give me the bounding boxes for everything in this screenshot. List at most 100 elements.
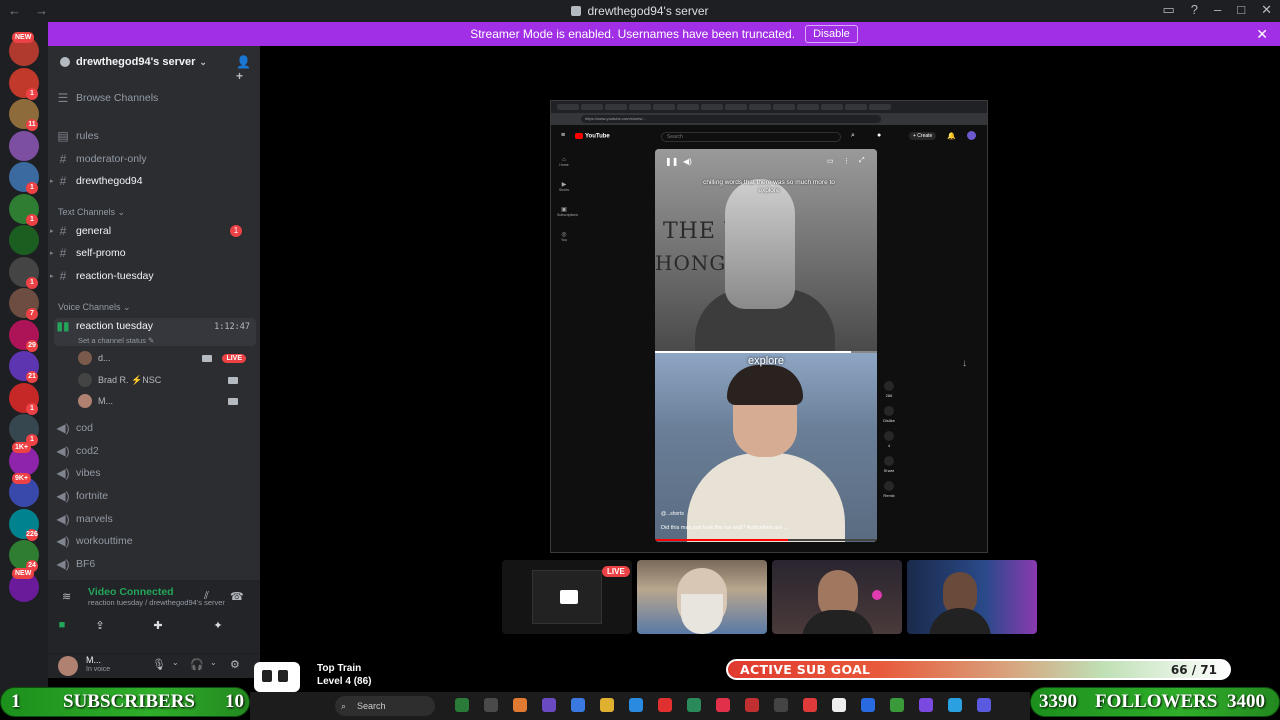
noise-suppression-icon[interactable]: ⫽ — [204, 590, 209, 603]
participant-tile[interactable] — [772, 560, 902, 634]
voice-user[interactable]: M... — [78, 392, 248, 410]
headphones-icon[interactable]: 🎧 — [190, 658, 204, 671]
taskbar-app-icon[interactable] — [774, 698, 788, 712]
voice-channel-bf6[interactable]: ◀) BF6 — [56, 554, 254, 574]
taskbar-app-icon[interactable] — [977, 698, 991, 712]
participant-tile[interactable] — [907, 560, 1037, 634]
youtube-logo[interactable]: YouTube — [575, 133, 610, 140]
comments-button[interactable]: 4 — [883, 431, 895, 448]
back-arrow-icon[interactable]: ← — [8, 3, 21, 18]
remix-button[interactable]: Remix — [883, 481, 895, 498]
taskbar-app-icon[interactable] — [484, 698, 498, 712]
channel-drewthegod94[interactable]: ▸ # drewthegod94 — [50, 171, 254, 191]
close-banner-icon[interactable]: ✕ — [1256, 26, 1268, 43]
browse-channels[interactable]: ☰ Browse Channels — [56, 88, 254, 108]
taskbar-app-icon[interactable] — [803, 698, 817, 712]
taskbar-app-icon[interactable] — [948, 698, 962, 712]
browser-tab[interactable] — [677, 104, 699, 110]
browser-tab[interactable] — [581, 104, 603, 110]
browser-tab[interactable] — [701, 104, 723, 110]
browser-tab[interactable] — [653, 104, 675, 110]
taskbar-app-icon[interactable] — [658, 698, 672, 712]
voice-channel-workouttime[interactable]: ◀) workouttime — [56, 531, 254, 551]
taskbar-app-icon[interactable] — [542, 698, 556, 712]
avatar[interactable] — [967, 131, 976, 140]
channel-moderator-only[interactable]: # moderator-only — [56, 149, 254, 169]
server-icon[interactable] — [9, 225, 39, 255]
help-icon[interactable]: ? — [1191, 2, 1198, 18]
voice-channel-marvels[interactable]: ◀) marvels — [56, 509, 254, 529]
soundboard-button[interactable]: ✦ — [196, 616, 240, 634]
url-field[interactable]: https://www.youtube.com/shorts/... — [581, 115, 881, 123]
disconnect-icon[interactable]: ☎ — [230, 590, 244, 603]
microphone-icon[interactable]: ● — [877, 132, 881, 139]
arrow-down-icon[interactable]: ↓ — [962, 358, 967, 369]
taskbar-app-icon[interactable] — [455, 698, 469, 712]
menu-icon[interactable]: ≡ — [561, 132, 565, 139]
voice-channel-vibes[interactable]: ◀) vibes — [56, 463, 254, 483]
taskbar-app-icon[interactable] — [716, 698, 730, 712]
voice-user[interactable]: d... LIVE — [78, 349, 248, 367]
share-button[interactable]: Share — [883, 456, 895, 473]
taskbar-app-icon[interactable] — [919, 698, 933, 712]
video-progress-bar[interactable] — [655, 539, 877, 541]
voice-user[interactable]: Brad R. ⚡NSC — [78, 371, 248, 389]
search-icon[interactable]: ⌕ — [851, 132, 855, 140]
server-icon[interactable] — [9, 130, 39, 161]
browser-tab[interactable] — [557, 104, 579, 110]
you-nav[interactable]: ◎ You — [557, 231, 571, 242]
invite-people-icon[interactable]: 👤+ — [236, 55, 251, 83]
voice-channel-cod2[interactable]: ◀) cod2 — [56, 441, 254, 461]
taskbar-app-icon[interactable] — [832, 698, 846, 712]
short-title[interactable]: Did this man just leak the Ice wall? Aut… — [661, 525, 788, 531]
forward-arrow-icon[interactable]: → — [35, 3, 48, 18]
participant-tile[interactable] — [637, 560, 767, 634]
browser-tab[interactable] — [629, 104, 651, 110]
pause-icon[interactable]: ❚❚ — [665, 157, 678, 166]
voice-channel-cod[interactable]: ◀) cod — [56, 418, 254, 438]
taskbar-app-icon[interactable] — [513, 698, 527, 712]
chevron-down-icon[interactable]: ⌄ — [172, 658, 179, 667]
youtube-search[interactable]: Search — [661, 132, 841, 142]
browser-tab[interactable] — [821, 104, 843, 110]
taskbar-app-icon[interactable] — [687, 698, 701, 712]
channel-handle[interactable]: @...shorts — [661, 511, 684, 517]
taskbar-app-icon[interactable] — [629, 698, 643, 712]
browser-tab[interactable] — [845, 104, 867, 110]
fullscreen-icon[interactable]: ⤢ — [859, 157, 865, 165]
text-channels-category[interactable]: Text Channels ⌄ — [58, 207, 125, 218]
channel-status-link[interactable]: Set a channel status ✎ — [78, 336, 154, 345]
browser-tab[interactable] — [605, 104, 627, 110]
home-nav[interactable]: ⌂ Home — [557, 157, 571, 167]
taskbar-search[interactable]: ⌕ Search — [335, 696, 435, 716]
screen-share-button[interactable]: ⇪ — [78, 616, 122, 634]
taskbar-app-icon[interactable] — [861, 698, 875, 712]
voice-channels-category[interactable]: Voice Channels ⌄ — [58, 302, 131, 313]
bell-icon[interactable]: 🔔 — [947, 132, 956, 140]
signal-icon[interactable]: ≋ — [62, 590, 71, 603]
more-icon[interactable]: ⋮ — [843, 157, 850, 165]
screen-share-view[interactable]: https://www.youtube.com/shorts/... ≡ You… — [550, 100, 988, 553]
maximize-icon[interactable]: □ — [1237, 2, 1245, 18]
chevron-down-icon[interactable]: ⌄ — [210, 658, 217, 667]
taskbar-app-icon[interactable] — [571, 698, 585, 712]
captions-icon[interactable]: ▭ — [827, 157, 834, 165]
browser-tab[interactable] — [797, 104, 819, 110]
browser-tab[interactable] — [869, 104, 891, 110]
shorts-player[interactable]: THE W HONG ❚❚ ◀) ▭ ⋮ ⤢ chilling words th… — [655, 149, 877, 542]
browser-tab[interactable] — [749, 104, 771, 110]
taskbar-app-icon[interactable] — [890, 698, 904, 712]
browser-tab[interactable] — [773, 104, 795, 110]
channel-rules[interactable]: ▤ rules — [56, 126, 254, 146]
channel-reaction-tuesday[interactable]: ▸ # reaction-tuesday — [50, 266, 254, 286]
taskbar-app-icon[interactable] — [600, 698, 614, 712]
create-button[interactable]: + Create — [909, 132, 937, 140]
dislike-button[interactable]: Dislike — [883, 406, 895, 423]
disable-button[interactable]: Disable — [805, 25, 858, 43]
browser-tab[interactable] — [725, 104, 747, 110]
avatar[interactable] — [58, 656, 78, 676]
shorts-nav[interactable]: ▶ Shorts — [557, 181, 571, 192]
microphone-icon[interactable]: 🎙 — [152, 658, 166, 671]
minimize-icon[interactable]: – — [1214, 2, 1221, 18]
channel-general[interactable]: ▸ # general 1 — [50, 221, 254, 241]
